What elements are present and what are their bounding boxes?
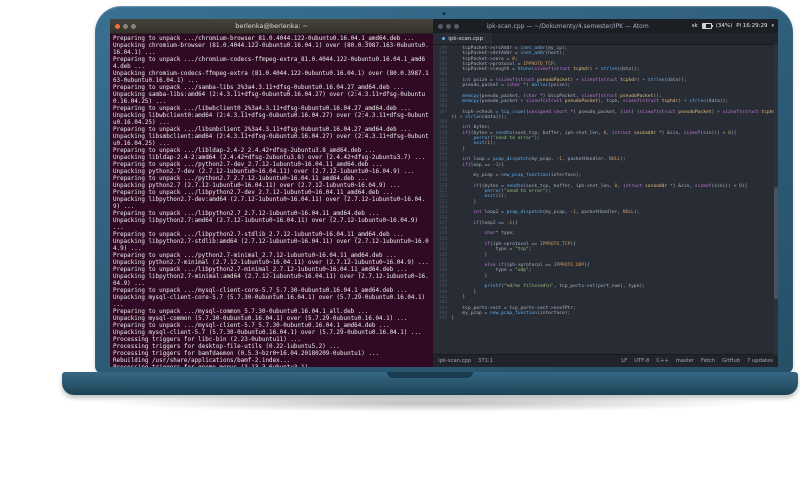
status-item[interactable]: GitHub <box>722 358 740 364</box>
terminal-line: Unpacking python2.7-dev (2.7.12-1ubuntu0… <box>113 169 415 175</box>
terminal-line: Unpacking chromium-browser (81.0.4044.12… <box>113 43 429 56</box>
window-controls <box>115 23 136 29</box>
terminal-line: Preparing to unpack .../mysql-common_5.7… <box>113 309 369 315</box>
status-item[interactable]: 7 updates <box>747 358 773 364</box>
terminal-line: Preparing to unpack .../chromium-codecs-… <box>113 57 426 70</box>
status-item[interactable]: ipk-scan.cpp <box>438 358 471 364</box>
battery-icon <box>701 23 713 29</box>
code-text: tcph->check = tcp_csum((unsigned short *… <box>451 109 776 120</box>
webcam-icon <box>442 12 446 15</box>
laptop-mockup: berlenka@berlenka: ~ Preparing to unpack… <box>0 0 800 477</box>
terminal-line: Processing triggers for libc-bin (2.23-0… <box>113 337 301 343</box>
terminal-line: Preparing to unpack .../python2.7-dev_2.… <box>113 162 383 168</box>
desktop: berlenka@berlenka: ~ Preparing to unpack… <box>110 19 778 367</box>
status-item[interactable]: 371:1 <box>478 358 493 364</box>
laptop-frame: berlenka@berlenka: ~ Preparing to unpack… <box>95 6 793 374</box>
terminal-line: Preparing to unpack .../mysql-client-cor… <box>113 288 408 294</box>
system-indicators: sk (34%) Pi 16:29:29 ▾ <box>692 19 774 33</box>
line-number: 345 <box>438 316 448 322</box>
terminal-line: Preparing to unpack .../libsmbclient_2%3… <box>113 127 411 133</box>
terminal-line: Preparing to unpack .../python2.7_2.7.12… <box>113 176 369 182</box>
terminal-line: Rebuilding /usr/share/applications/bamf-… <box>113 358 291 364</box>
battery-label[interactable]: (34%) <box>716 23 733 29</box>
close-icon[interactable] <box>438 23 444 29</box>
terminal-line: Unpacking libldap-2.4-2:amd64 (2.4.42+df… <box>113 155 426 161</box>
terminal-line: Preparing to unpack .../libpython2.7-std… <box>113 232 404 238</box>
terminal-line: Processing triggers for bamfdaemon (0.5.… <box>113 351 379 357</box>
terminal-line: Unpacking mysql-client-core-5.7 (5.7.30-… <box>113 295 429 308</box>
terminal-line: Unpacking libwbclient0:amd64 (2:4.3.11+d… <box>113 113 429 126</box>
terminal-line: Preparing to unpack .../libpython2.7_2.7… <box>113 211 379 217</box>
terminal-line: Unpacking libpython2.7:amd64 (2.7.12-1ub… <box>113 218 422 231</box>
terminal-title: berlenka@berlenka: ~ <box>235 22 309 30</box>
code-line: 307 tcph->check = tcp_csum((unsigned sho… <box>433 110 778 121</box>
maximize-icon[interactable] <box>131 23 136 29</box>
terminal-line: Preparing to unpack .../mysql-client-5.7… <box>113 323 390 329</box>
code-editor[interactable]: 295 tcpPacket->srcAddr = inet_addr(my_ip… <box>433 45 778 354</box>
terminal-line: Preparing to unpack .../samba-libs_2%3a4… <box>113 85 404 91</box>
terminal-line: Unpacking chromium-codecs-ffmpeg-extra (… <box>113 71 429 84</box>
close-icon[interactable] <box>115 23 120 29</box>
status-item[interactable]: master <box>676 358 694 364</box>
status-item[interactable]: C++ <box>656 358 668 364</box>
terminal-line: Unpacking libpython2.7-dev:amd64 (2.7.12… <box>113 197 426 210</box>
tab-ipk-scan-cpp[interactable]: ipk-scan.cpp <box>433 33 492 44</box>
line-number: 307 <box>438 109 448 115</box>
terminal-line: Unpacking python2.7 (2.7.12-1ubuntu0~16.… <box>113 183 401 189</box>
terminal-line: Unpacking mysql-common (5.7.30-0ubuntu0.… <box>113 316 408 322</box>
terminal-output[interactable]: Preparing to unpack .../chromium-browser… <box>110 34 434 367</box>
code-text: } <box>451 316 455 322</box>
status-item[interactable]: LF <box>621 358 627 364</box>
status-bar: ipk-scan.cpp 371:1 LF UTF-8 C++ master Fetch G… <box>433 354 778 367</box>
terminal-line: Unpacking samba-libs:amd64 (2:4.3.11+dfs… <box>113 92 426 105</box>
atom-titlebar[interactable]: ipk-scan.cpp — ~/Dokumenty/4.semester/IP… <box>433 19 778 33</box>
status-item[interactable]: Fetch <box>701 358 715 364</box>
status-left: ipk-scan.cpp 371:1 <box>438 358 493 364</box>
terminal-line: Preparing to unpack .../chromium-browser… <box>113 36 415 42</box>
terminal-line: Preparing to unpack .../python2.7-minima… <box>113 253 397 259</box>
terminal-line: Processing triggers for gnome-menus (3.1… <box>113 365 430 367</box>
maximize-icon[interactable] <box>454 23 460 29</box>
screen: berlenka@berlenka: ~ Preparing to unpack… <box>110 19 778 367</box>
terminal-line: Preparing to unpack .../libldap-2.4-2_2.… <box>113 148 376 154</box>
window-controls <box>438 23 460 29</box>
atom-window: ipk-scan.cpp — ~/Dokumenty/4.semester/IP… <box>433 19 778 367</box>
chevron-down-icon[interactable]: ▾ <box>771 23 774 29</box>
terminal-titlebar[interactable]: berlenka@berlenka: ~ <box>110 19 434 34</box>
status-item[interactable]: UTF-8 <box>634 358 649 364</box>
base-notch <box>387 372 473 378</box>
terminal-line: Unpacking libsmbclient:amd64 (2:4.3.11+d… <box>113 134 429 147</box>
clock[interactable]: Pi 16:29:29 <box>736 23 767 29</box>
keyboard-layout-indicator[interactable]: sk <box>692 23 698 29</box>
terminal-line: Processing triggers for desktop-file-uti… <box>113 344 340 350</box>
terminal-line: Unpacking python2.7-minimal (2.7.12-1ubu… <box>113 260 429 266</box>
status-right: LF UTF-8 C++ master Fetch GitHub 7 updates <box>621 358 773 364</box>
atom-title: ipk-scan.cpp — ~/Dokumenty/4.semester/IP… <box>486 22 649 30</box>
minimize-icon[interactable] <box>123 23 128 29</box>
scrollbar[interactable] <box>773 44 778 355</box>
terminal-line: Unpacking libpython2.7-minimal:amd64 (2.… <box>113 274 429 287</box>
tab-label: ipk-scan.cpp <box>448 35 483 42</box>
terminal-line: Unpacking mysql-client-5.7 (5.7.30-0ubun… <box>113 330 422 336</box>
file-icon <box>442 37 446 40</box>
minimize-icon[interactable] <box>446 23 452 29</box>
terminal-line: Preparing to unpack .../libpython2.7-dev… <box>113 190 394 196</box>
terminal-line: Preparing to unpack .../libwbclient0_2%3… <box>113 106 411 112</box>
laptop-base <box>62 372 798 395</box>
terminal-line: Unpacking libpython2.7-stdlib:amd64 (2.7… <box>113 239 429 252</box>
tab-bar: ipk-scan.cpp <box>433 33 778 45</box>
terminal-line: Preparing to unpack .../libpython2.7-min… <box>113 267 408 273</box>
laptop-shadow <box>100 394 760 412</box>
terminal-window: berlenka@berlenka: ~ Preparing to unpack… <box>110 19 434 367</box>
scrollbar-thumb[interactable] <box>773 187 778 299</box>
code-line: 345} <box>433 316 778 321</box>
